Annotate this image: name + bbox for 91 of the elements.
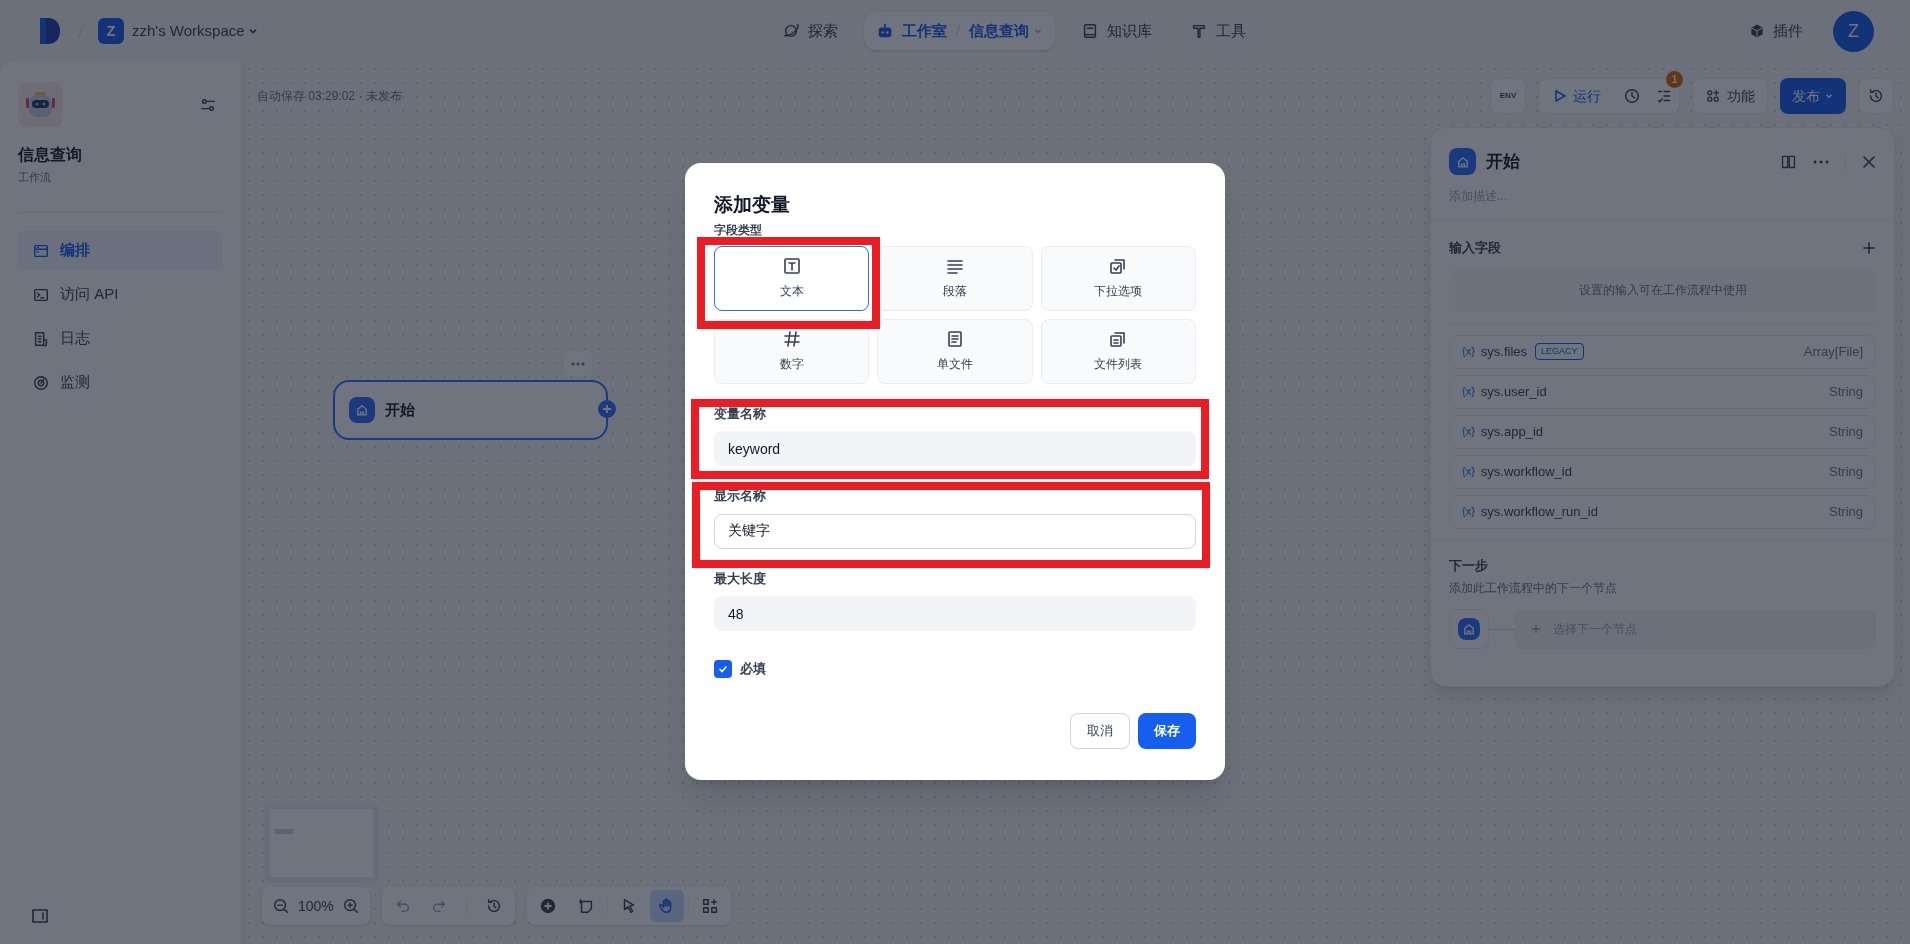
- home-icon: [349, 397, 375, 423]
- hash-icon: [781, 329, 802, 349]
- env-button[interactable]: ENV: [1490, 78, 1526, 114]
- workspace-switcher[interactable]: zzh's Workspace: [132, 19, 259, 43]
- field-type-option[interactable]: 单文件: [877, 318, 1033, 384]
- input-field[interactable]: 关键字: [714, 513, 1196, 549]
- variable-name: sys.user_id: [1480, 382, 1547, 401]
- app-robot-icon: [18, 82, 63, 127]
- publish-button[interactable]: 发布: [1780, 78, 1846, 114]
- field-label: 显示名称: [714, 487, 767, 505]
- gauge-icon: [32, 373, 50, 392]
- features-button[interactable]: 功能: [1692, 78, 1768, 114]
- settings-icon[interactable]: [199, 96, 217, 114]
- nav-tab[interactable]: 知识库: [1069, 12, 1164, 50]
- cancel-button[interactable]: 取消: [1070, 712, 1130, 749]
- cube-icon: [1749, 23, 1765, 39]
- tool-button[interactable]: [649, 890, 684, 922]
- workspace-avatar[interactable]: Z: [98, 18, 124, 44]
- variable-type: String: [1829, 422, 1863, 441]
- field-label: 最大长度: [714, 569, 767, 588]
- history-icon: [1867, 87, 1885, 105]
- document-icon: [945, 329, 965, 349]
- book-open-icon[interactable]: [1780, 153, 1797, 170]
- app-breadcrumb[interactable]: 信息查询: [969, 19, 1043, 43]
- user-avatar[interactable]: Z: [1833, 10, 1874, 52]
- variable-type: String: [1829, 502, 1863, 521]
- zoom-level[interactable]: 100%: [298, 895, 334, 917]
- section-title: 输入字段: [1449, 239, 1501, 257]
- save-button[interactable]: 保存: [1138, 712, 1196, 749]
- checklist-count: 1: [1666, 71, 1683, 88]
- required-checkbox[interactable]: [714, 659, 732, 678]
- field-type-option[interactable]: 文本: [714, 245, 870, 311]
- hammer-icon: [1190, 22, 1208, 40]
- zoom-out-icon[interactable]: [272, 897, 290, 915]
- variable-name: sys.files: [1480, 342, 1528, 361]
- plus-icon: [1531, 624, 1541, 634]
- input-field[interactable]: 48: [714, 596, 1196, 631]
- app-name: 信息查询: [18, 145, 83, 165]
- variable-icon: {x}: [1462, 463, 1475, 480]
- variable-type: String: [1829, 382, 1863, 401]
- variable-name: sys.workflow_id: [1480, 462, 1572, 481]
- variable-icon: {x}: [1462, 503, 1475, 520]
- variable-icon: {x}: [1462, 423, 1475, 440]
- home-icon: [1458, 618, 1480, 640]
- clock-play-icon[interactable]: [1623, 87, 1641, 105]
- plus-circle-icon[interactable]: [538, 897, 557, 915]
- section-title: 下一步: [1449, 556, 1489, 575]
- sidebar-item[interactable]: 监测: [18, 362, 223, 403]
- variable-icon: {x}: [1462, 343, 1475, 360]
- planet-icon: [782, 22, 800, 40]
- legacy-tag: LEGACY: [1535, 343, 1584, 360]
- sticky-note-icon[interactable]: [576, 897, 595, 915]
- home-icon: [1449, 148, 1476, 175]
- panel-title: 开始: [1486, 150, 1520, 173]
- grid-plus-icon[interactable]: [700, 897, 719, 915]
- add-icon[interactable]: [1862, 240, 1876, 255]
- field-type-option[interactable]: 下拉选项: [1040, 245, 1196, 311]
- features-icon: [1705, 88, 1721, 104]
- nav-tab[interactable]: 工具: [1178, 12, 1258, 50]
- start-node[interactable]: 开始: [333, 380, 608, 440]
- robot-icon: [876, 22, 894, 40]
- add-node-icon[interactable]: [598, 400, 616, 418]
- sidebar-item[interactable]: 日志: [18, 318, 223, 359]
- nav-tab[interactable]: 探索: [770, 12, 850, 50]
- history-button[interactable]: [1858, 78, 1894, 114]
- checkbox-label: 必填: [740, 660, 766, 678]
- zoom-in-icon[interactable]: [341, 897, 360, 915]
- book-icon: [1081, 22, 1099, 40]
- more-icon[interactable]: [1813, 159, 1829, 164]
- plugins-link[interactable]: 插件: [1749, 19, 1803, 43]
- variable-name: sys.app_id: [1480, 422, 1543, 441]
- variable-type: String: [1829, 462, 1863, 481]
- text-icon: [781, 256, 802, 276]
- node-title: 开始: [385, 399, 415, 420]
- more-icon: [571, 362, 585, 366]
- play-icon: [1553, 89, 1567, 103]
- sidebar-item[interactable]: 访问 API: [18, 274, 223, 315]
- field-type-option[interactable]: 段落: [877, 245, 1033, 311]
- variable-icon: {x}: [1462, 383, 1475, 400]
- field-type-option[interactable]: 文件列表: [1040, 318, 1196, 384]
- close-icon[interactable]: [1862, 154, 1876, 169]
- nav-tab[interactable]: 工作室 信息查询: [864, 12, 1055, 50]
- variable-name: sys.workflow_run_id: [1480, 502, 1598, 521]
- sidebar-item[interactable]: 编排: [18, 230, 223, 271]
- field-label: 变量名称: [714, 404, 767, 423]
- field-label: 字段类型: [714, 221, 763, 238]
- document-icon: [32, 329, 50, 348]
- input-field[interactable]: keyword: [714, 431, 1196, 466]
- variable-type: Array[File]: [1803, 342, 1863, 361]
- panel-toggle-icon[interactable]: [30, 906, 50, 926]
- dialog-title: 添加变量: [714, 193, 791, 217]
